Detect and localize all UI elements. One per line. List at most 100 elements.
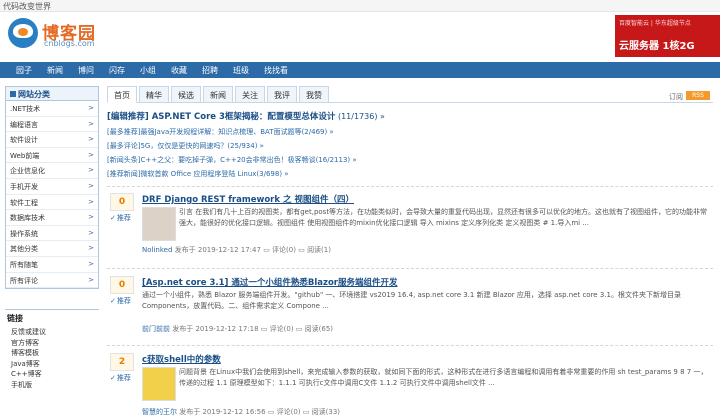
category-item[interactable]: 编程语言 > bbox=[6, 117, 98, 133]
post-author[interactable]: Nolinked bbox=[142, 246, 172, 254]
read-icon: ▭ bbox=[298, 246, 305, 254]
site-slogan: 代码改变世界 bbox=[3, 2, 51, 11]
category-header: 网站分类 bbox=[6, 87, 98, 101]
tab-home[interactable]: 首页 bbox=[107, 86, 137, 103]
tab-my-comments[interactable]: 我评 bbox=[267, 86, 297, 103]
category-item[interactable]: 企业信息化 > bbox=[6, 163, 98, 179]
category-item[interactable]: 手机开发 > bbox=[6, 179, 98, 195]
category-item[interactable]: .NET技术 > bbox=[6, 101, 98, 117]
chevron-right-icon: > bbox=[88, 259, 94, 268]
nav-item-classes[interactable]: 班级 bbox=[233, 65, 249, 76]
category-item[interactable]: 软件工程 > bbox=[6, 195, 98, 211]
link-item[interactable]: 手机版 bbox=[5, 380, 99, 391]
avatar[interactable] bbox=[142, 367, 176, 401]
post-footer: Nolinked 发布于 2019-12-12 17:47 ▭ 评论(0) ▭ … bbox=[142, 245, 331, 255]
category-icon bbox=[10, 91, 16, 97]
post-comments[interactable]: 评论(0) bbox=[277, 408, 301, 416]
post-footer: 智慧的王尔 发布于 2019-12-12 16:56 ▭ 评论(0) ▭ 阅读(… bbox=[142, 407, 340, 417]
nav-item-search[interactable]: 找找看 bbox=[264, 65, 288, 76]
site-logo[interactable]: 博客园 cnblogs.com bbox=[8, 16, 108, 56]
logo-icon bbox=[8, 18, 38, 48]
recommend-button[interactable]: 推荐 bbox=[110, 373, 131, 383]
category-label: 操作系统 bbox=[10, 229, 38, 238]
chevron-right-icon: > bbox=[88, 104, 94, 112]
logo-subtitle: cnblogs.com bbox=[44, 39, 95, 48]
chevron-right-icon: > bbox=[88, 181, 94, 190]
category-item[interactable]: 其他分类 > bbox=[6, 241, 98, 257]
post-author[interactable]: 前门前前 bbox=[142, 325, 170, 333]
recommend-button[interactable]: 推荐 bbox=[110, 213, 131, 223]
recommend-button[interactable]: 推荐 bbox=[110, 296, 131, 306]
read-icon: ▭ bbox=[295, 325, 303, 333]
hot-link[interactable]: [最多推荐]最强Java开发规程详解：知识点梳理、BAT面试题等(2/469) … bbox=[107, 127, 713, 136]
post-reads[interactable]: 阅读(65) bbox=[305, 325, 333, 333]
category-item[interactable]: 软件设计 > bbox=[6, 132, 98, 148]
vote-count: 0 bbox=[110, 193, 134, 211]
tab-following[interactable]: 关注 bbox=[235, 86, 265, 103]
link-item[interactable]: Java博客 bbox=[5, 359, 99, 370]
post-author[interactable]: 智慧的王尔 bbox=[142, 408, 177, 416]
post-item: 0 推荐 DRF Django REST framework 之 视图组件（四）… bbox=[107, 193, 713, 263]
post-item: 0 推荐 [Asp.net core 3.1] 通过一个小组件熟悉Blazor服… bbox=[107, 276, 713, 338]
ad-line-1: 百度智能云 | 华东超级节点 bbox=[619, 20, 691, 27]
tab-candidates[interactable]: 候选 bbox=[171, 86, 201, 103]
chevron-right-icon: > bbox=[88, 166, 94, 175]
link-item[interactable]: C++博客 bbox=[5, 369, 99, 380]
category-label: .NET技术 bbox=[10, 105, 41, 113]
advertisement-banner[interactable]: 百度智能云 | 华东超级节点 云服务器 1核2G bbox=[615, 15, 720, 57]
nav-item-home[interactable]: 园子 bbox=[16, 65, 32, 76]
category-item[interactable]: 所有评论 > bbox=[6, 273, 98, 289]
post-title[interactable]: [Asp.net core 3.1] 通过一个小组件熟悉Blazor服务端组件开… bbox=[142, 276, 397, 288]
post-comments[interactable]: 评论(0) bbox=[270, 325, 294, 333]
tab-news[interactable]: 新闻 bbox=[203, 86, 233, 103]
category-label: 所有评论 bbox=[10, 276, 38, 285]
chevron-right-icon: > bbox=[88, 197, 94, 206]
tab-my-likes[interactable]: 我赞 bbox=[299, 86, 329, 103]
main-navbar: 园子 新闻 博问 闪存 小组 收藏 招聘 班级 找找看 bbox=[0, 62, 720, 78]
hot-link[interactable]: [最多评论]5G，仅仅是更快的网速吗？(25/934) » bbox=[107, 141, 713, 150]
nav-item-jobs[interactable]: 招聘 bbox=[202, 65, 218, 76]
subscribe-link[interactable]: 订阅 bbox=[669, 92, 683, 102]
post-comments[interactable]: 评论(0) bbox=[272, 246, 296, 254]
post-footer: 前门前前 发布于 2019-12-12 17:18 ▭ 评论(0) ▭ 阅读(6… bbox=[142, 324, 333, 334]
nav-item-groups[interactable]: 小组 bbox=[140, 65, 156, 76]
top-bar: 代码改变世界 bbox=[0, 0, 720, 12]
post-title[interactable]: DRF Django REST framework 之 视图组件（四） bbox=[142, 193, 354, 205]
post-date: 发布于 2019-12-12 17:47 bbox=[174, 246, 261, 254]
post-title[interactable]: c获取shell中的参数 bbox=[142, 353, 221, 365]
link-item[interactable]: 官方博客 bbox=[5, 338, 99, 349]
post-item: 2 推荐 c获取shell中的参数 问题背景 在Linux中我们会使用到shel… bbox=[107, 353, 713, 417]
chevron-right-icon: > bbox=[88, 228, 94, 237]
chevron-right-icon: > bbox=[88, 275, 94, 284]
post-reads[interactable]: 阅读(33) bbox=[312, 408, 340, 416]
tab-featured[interactable]: 精华 bbox=[139, 86, 169, 103]
main-content: 首页 精华 候选 新闻 关注 我评 我赞 订阅 RSS [编辑推荐] ASP.N… bbox=[107, 86, 713, 416]
category-item[interactable]: Web前端 > bbox=[6, 148, 98, 164]
chevron-right-icon: > bbox=[88, 213, 94, 222]
headline-link[interactable]: [编辑推荐] ASP.NET Core 3框架揭秘：配置模型总体设计 bbox=[107, 112, 335, 122]
comment-icon: ▭ bbox=[260, 325, 268, 333]
hot-link[interactable]: [推荐新闻]微软首款 Office 应用程序登陆 Linux(3/698) » bbox=[107, 169, 713, 178]
category-item[interactable]: 操作系统 > bbox=[6, 226, 98, 242]
category-item[interactable]: 数据库技术 > bbox=[6, 210, 98, 226]
link-item[interactable]: 反馈或建议 bbox=[5, 327, 99, 338]
divider bbox=[107, 345, 713, 346]
category-label: 其他分类 bbox=[10, 245, 38, 254]
nav-item-news[interactable]: 新闻 bbox=[47, 65, 63, 76]
rss-icon[interactable]: RSS bbox=[686, 91, 710, 100]
link-item[interactable]: 博客模板 bbox=[5, 348, 99, 359]
chevron-right-icon: > bbox=[88, 135, 94, 144]
ad-line-2: 云服务器 1核2G bbox=[619, 41, 695, 52]
nav-item-flash[interactable]: 闪存 bbox=[109, 65, 125, 76]
category-label: 软件工程 bbox=[10, 198, 38, 207]
category-label: 企业信息化 bbox=[10, 167, 45, 176]
hot-link[interactable]: [新闻头条]C++之父：要吃掉子弹，C++20会非常出色！极客畅谈(16/211… bbox=[107, 155, 713, 164]
nav-item-favorites[interactable]: 收藏 bbox=[171, 65, 187, 76]
post-summary: 通过一个小组件，熟悉 Blazor 服务端组件开发。"github" 一、环境搭… bbox=[142, 291, 681, 310]
category-item[interactable]: 所有随笔 > bbox=[6, 257, 98, 273]
headline-count: (11/1736) » bbox=[337, 112, 385, 121]
category-label: 数据库技术 bbox=[10, 214, 45, 223]
avatar[interactable] bbox=[142, 207, 176, 241]
post-reads[interactable]: 阅读(1) bbox=[307, 246, 331, 254]
nav-item-questions[interactable]: 博问 bbox=[78, 65, 94, 76]
